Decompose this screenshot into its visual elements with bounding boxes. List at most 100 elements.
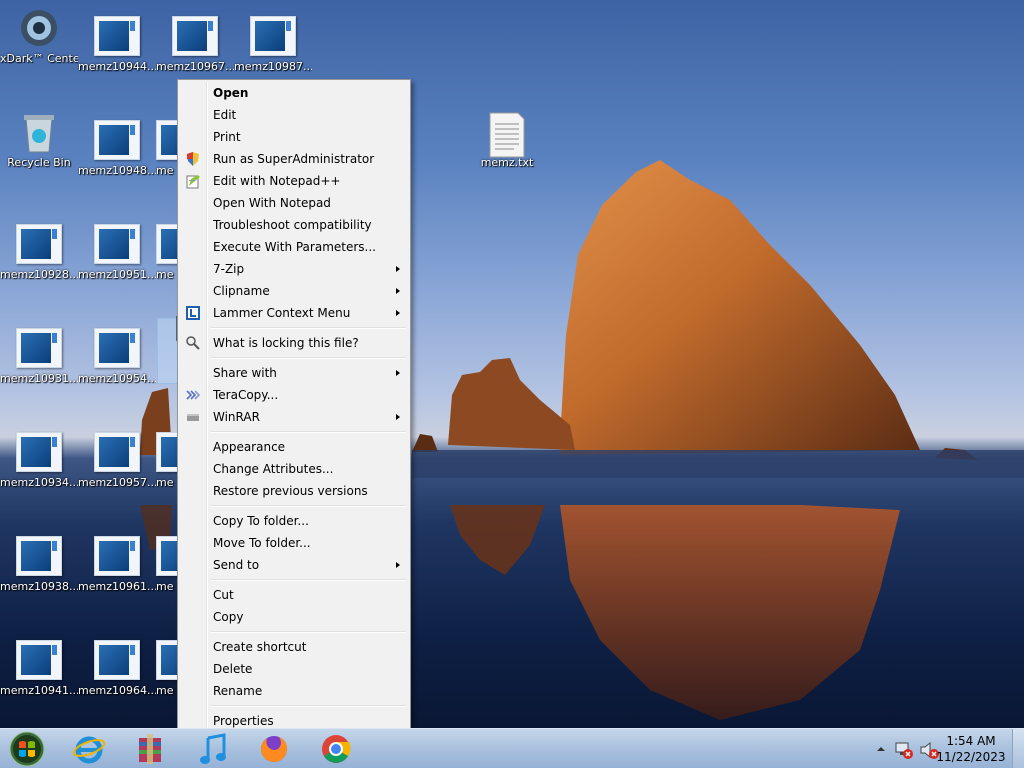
menu-item-appearance[interactable]: Appearance: [180, 436, 408, 458]
memz-file-icon[interactable]: memz10961...: [78, 536, 156, 593]
desktop-icon-label: xDark™ Center: [0, 52, 78, 65]
memz-file-icon[interactable]: memz10957...: [78, 432, 156, 489]
memz-file-icon[interactable]: memz10948...: [78, 120, 156, 177]
menu-item-label: Clipname: [213, 284, 270, 298]
memz-file-image: [156, 224, 178, 264]
desktop-icon-label: Recycle Bin: [7, 156, 71, 169]
recycle-bin-shortcut[interactable]: Recycle Bin: [0, 112, 78, 169]
menu-item-restore-previous-versions[interactable]: Restore previous versions: [180, 480, 408, 502]
memz-file-icon[interactable]: memz10944...: [78, 16, 156, 73]
memz-file-icon[interactable]: me: [156, 120, 178, 177]
menu-item-label: Copy: [213, 610, 244, 624]
show-hidden-icons-button[interactable]: [876, 744, 886, 754]
menu-item-clipname[interactable]: Clipname: [180, 280, 408, 302]
menu-item-send-to[interactable]: Send to: [180, 554, 408, 576]
menu-item-winrar[interactable]: WinRAR: [180, 406, 408, 428]
memz-file-icon[interactable]: memz10934...: [0, 432, 78, 489]
menu-item-7-zip[interactable]: 7-Zip: [180, 258, 408, 280]
chrome-icon[interactable]: [319, 732, 353, 766]
menu-item-rename[interactable]: Rename: [180, 680, 408, 702]
recycle-bin-icon: [16, 112, 62, 153]
magnifier-lock-icon: [186, 336, 200, 350]
memz-file-icon[interactable]: me: [156, 224, 178, 281]
submenu-arrow-icon: [396, 310, 400, 316]
memz-file-image: [94, 120, 140, 160]
submenu-arrow-icon: [396, 562, 400, 568]
menu-item-edit-with-notepad-plus-plus[interactable]: Edit with Notepad++: [180, 170, 408, 192]
memz-file-icon[interactable]: memz10964...: [78, 640, 156, 697]
memz-file-icon[interactable]: memz10967...: [156, 16, 234, 73]
menu-item-label: Cut: [213, 588, 234, 602]
memz-file-icon[interactable]: memz10954...: [78, 328, 156, 385]
desktop-icon-label: me: [156, 684, 174, 697]
memz-file-icon[interactable]: memz10931...: [0, 328, 78, 385]
menu-item-open-with-notepad[interactable]: Open With Notepad: [180, 192, 408, 214]
desktop-icon-label: memz10964...: [78, 684, 156, 697]
menu-item-change-attributes[interactable]: Change Attributes...: [180, 458, 408, 480]
menu-item-share-with[interactable]: Share with: [180, 362, 408, 384]
desktop[interactable]: xDark™ Center Recycle Bin memz10944... m…: [0, 0, 1024, 728]
menu-item-label: Move To folder...: [213, 536, 311, 550]
desktop-icon-label: memz10934...: [0, 476, 78, 489]
menu-separator: [180, 428, 408, 436]
memz-file-icon[interactable]: memz10987...: [234, 16, 312, 73]
submenu-arrow-icon: [396, 414, 400, 420]
menu-item-move-to-folder[interactable]: Move To folder...: [180, 532, 408, 554]
winrar-archive-icon[interactable]: [133, 732, 167, 766]
menu-item-delete[interactable]: Delete: [180, 658, 408, 680]
text-document-icon: [484, 112, 530, 158]
memz-file-icon[interactable]: memz10951...: [78, 224, 156, 281]
menu-item-lammer-context-menu[interactable]: Lammer Context Menu: [180, 302, 408, 324]
menu-item-teracopy[interactable]: TeraCopy...: [180, 384, 408, 406]
memz-file-image: [16, 432, 62, 472]
menu-item-label: Create shortcut: [213, 640, 307, 654]
desktop-icon-label: memz10928...: [0, 268, 78, 281]
memz-file-icon[interactable]: me: [156, 432, 178, 489]
menu-item-label: Appearance: [213, 440, 286, 454]
menu-item-run-as-superadministrator[interactable]: Run as SuperAdministrator: [180, 148, 408, 170]
menu-item-print[interactable]: Print: [180, 126, 408, 148]
firefox-icon[interactable]: [257, 732, 291, 766]
menu-item-cut[interactable]: Cut: [180, 584, 408, 606]
notepad-plus-plus-icon: [186, 175, 200, 189]
menu-item-label: Properties: [213, 714, 274, 728]
memz-file-icon[interactable]: memz10938...: [0, 536, 78, 593]
menu-separator: [180, 502, 408, 510]
menu-separator: [180, 702, 408, 710]
show-desktop-button[interactable]: [1012, 729, 1024, 768]
desktop-icon-label: me: [156, 268, 174, 281]
media-player-icon[interactable]: [196, 732, 230, 766]
internet-explorer-icon[interactable]: [72, 732, 106, 766]
memz-file-image: [156, 432, 178, 472]
memz-file-icon[interactable]: me: [156, 640, 178, 697]
menu-item-troubleshoot-compatibility[interactable]: Troubleshoot compatibility: [180, 214, 408, 236]
menu-item-create-shortcut[interactable]: Create shortcut: [180, 636, 408, 658]
menu-item-what-is-locking-this-file[interactable]: What is locking this file?: [180, 332, 408, 354]
xdark-center-shortcut[interactable]: xDark™ Center: [0, 8, 78, 65]
memz-file-icon[interactable]: memz10928...: [0, 224, 78, 281]
teracopy-icon: [186, 390, 201, 400]
desktop-icon-label: me: [156, 476, 174, 489]
menu-item-execute-with-parameters[interactable]: Execute With Parameters...: [180, 236, 408, 258]
menu-item-edit[interactable]: Edit: [180, 104, 408, 126]
menu-item-label: What is locking this file?: [213, 336, 359, 350]
network-icon[interactable]: [894, 740, 914, 760]
memz-txt-file[interactable]: memz.txt: [468, 112, 546, 169]
shield-icon: [187, 152, 199, 166]
menu-item-open[interactable]: Open: [180, 82, 408, 104]
memz-file-icon[interactable]: memz10941...: [0, 640, 78, 697]
memz-file-icon[interactable]: me: [156, 536, 178, 593]
memz-file-image: [94, 224, 140, 264]
memz-file-image: [94, 328, 140, 368]
memz-file-image: [16, 328, 62, 368]
menu-item-copy-to-folder[interactable]: Copy To folder...: [180, 510, 408, 532]
context-menu: Open Edit Print Run as SuperAdministrato…: [177, 79, 411, 736]
start-button[interactable]: [6, 730, 48, 768]
xdark-center-icon: [16, 8, 62, 48]
menu-item-label: Execute With Parameters...: [213, 240, 376, 254]
clock[interactable]: 1:54 AM 11/22/2023: [936, 733, 1006, 765]
memz-file-image: [16, 640, 62, 680]
menu-item-label: Open With Notepad: [213, 196, 331, 210]
menu-item-copy[interactable]: Copy: [180, 606, 408, 628]
menu-item-label: Edit with Notepad++: [213, 174, 341, 188]
